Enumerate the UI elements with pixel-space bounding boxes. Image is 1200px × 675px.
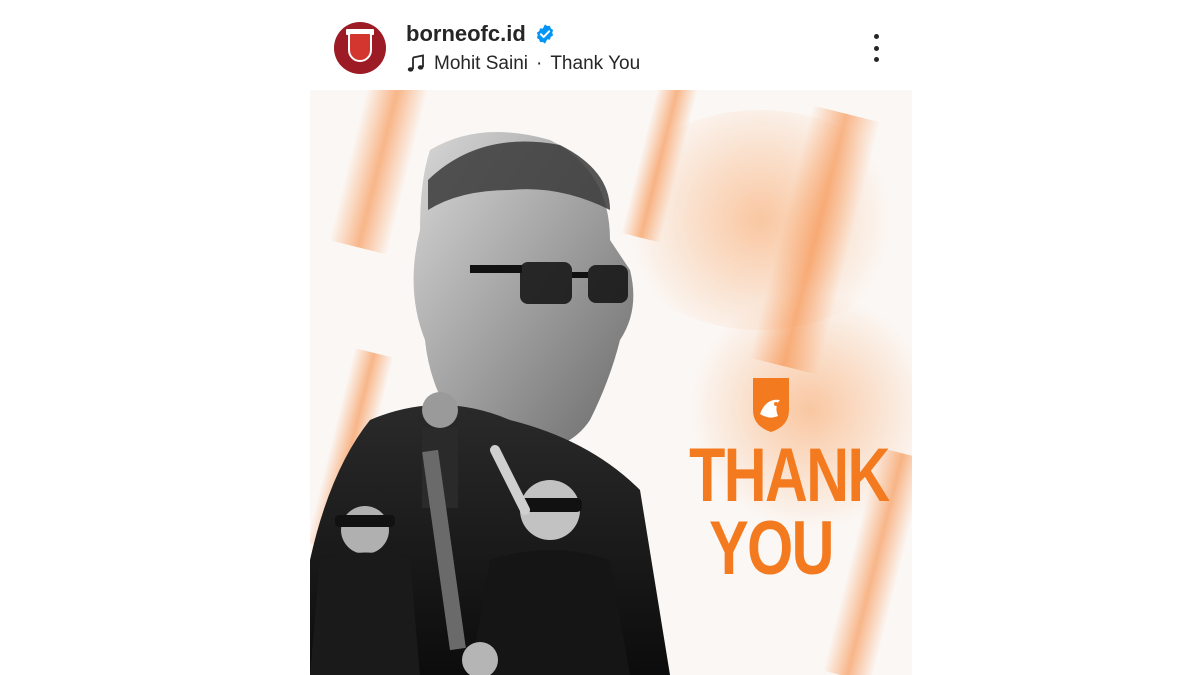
thank-you-headline: THANK YOU (689, 433, 890, 591)
more-vertical-icon-dot (873, 45, 879, 51)
post-header: borneofc.id Mohit Saini · Thank You (334, 18, 894, 78)
post-image[interactable]: THANK YOU (310, 90, 912, 675)
more-options-button[interactable] (864, 30, 888, 66)
more-vertical-icon-dot (873, 34, 879, 39)
headline-line-2: YOU (709, 505, 834, 591)
headline-line-1: THANK (689, 433, 890, 518)
audio-title: Thank You (550, 53, 641, 74)
club-logo-icon (348, 32, 372, 62)
username-row: borneofc.id (406, 20, 556, 48)
audio-separator: · (536, 53, 543, 74)
audio-artist: Mohit Saini (434, 53, 528, 74)
username[interactable]: borneofc.id (406, 21, 526, 47)
coach-photo-collage (310, 132, 670, 675)
avatar[interactable] (334, 22, 386, 74)
music-note-icon (407, 54, 424, 72)
borneo-crest-icon (753, 378, 789, 432)
more-vertical-icon-dot (873, 57, 879, 62)
verified-badge-icon (536, 24, 553, 44)
audio-row[interactable]: Mohit Saini · Thank You (406, 52, 640, 76)
